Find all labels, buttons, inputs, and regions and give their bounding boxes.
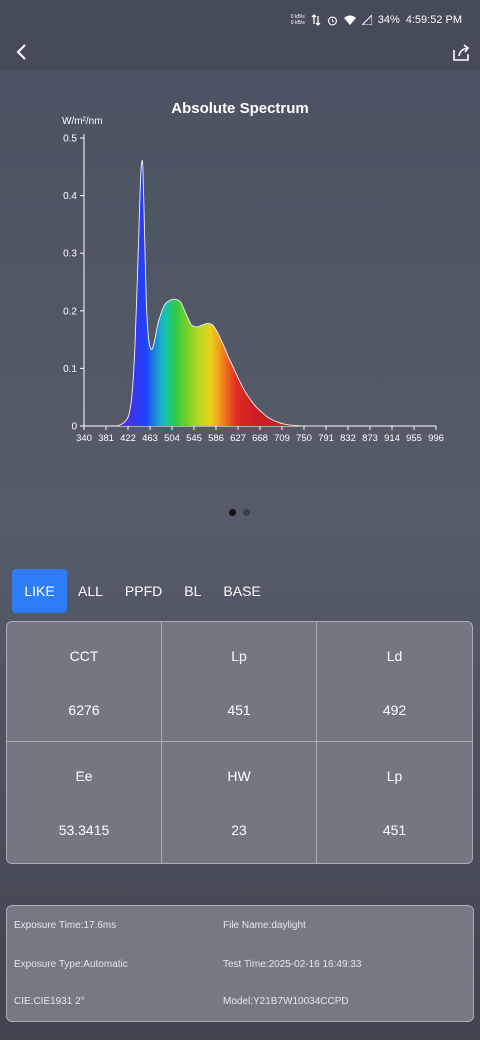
chart-axes: 0 0.1 0.2 0.3 0.4 0.5 340 381 422 463 504 545 586 627… [63,134,444,445]
x-tick-label: 750 [296,433,312,444]
x-tick-label: 381 [98,433,114,444]
spectrum-chart: Absolute Spectrum W/m²/nm 00.10.20.30.40… [62,100,444,445]
metric-cell-ld: Ld 492 [317,622,472,742]
share-icon[interactable] [450,42,472,64]
chart-plot-area [116,159,326,427]
metric-cell-hw: HW 23 [162,742,317,863]
page-indicator [229,509,250,516]
wifi-icon [343,15,356,25]
x-tick-label: 586 [208,433,224,444]
x-tick-label: 914 [384,433,400,444]
back-arrow-icon[interactable] [12,42,32,62]
x-tick-label: 504 [164,433,180,444]
tab-like[interactable]: LIKE [12,569,67,613]
y-tick-label: 0.5 [63,134,77,145]
metric-label: Lp [386,768,403,784]
exposure-time: Exposure Time:17.6ms [14,920,117,931]
metric-cell-cct: CCT 6276 [7,622,162,742]
metric-value: 451 [382,822,407,838]
x-tick-label: 832 [340,433,356,444]
file-name: File Name:daylight [223,920,306,931]
chart-title: Absolute Spectrum [171,100,309,117]
y-tick-label: 0 [71,422,77,433]
y-tick-label: 0.3 [63,249,77,260]
y-axis-label: W/m²/nm [62,116,103,127]
y-tick-label: 0.4 [63,191,77,202]
x-tick-label: 627 [230,433,246,444]
metric-value: 23 [231,822,247,838]
battery-level: 34% [377,14,400,26]
metric-value: 492 [382,702,407,718]
x-tick-label: 422 [120,433,136,444]
y-tick-label: 0.2 [63,306,77,317]
metric-label: HW [227,768,251,784]
metric-label: Lp [231,648,247,664]
metric-cell-lp2: Lp 451 [317,742,472,863]
metric-label: Ee [75,768,93,784]
metric-value: 451 [227,702,251,718]
alarm-icon [327,15,337,25]
app-bar [0,36,480,70]
x-tick-label: 340 [76,433,92,444]
metric-label: Ld [386,648,403,664]
x-tick-label: 791 [318,433,334,444]
x-tick-label: 955 [406,433,422,444]
status-right: 0 kB/s 0 kB/s 34% 4:59:52 PM [291,14,462,26]
metric-label: CCT [69,648,99,664]
metric-cell-ee: Ee 53.3415 [7,742,162,863]
network-speed: 0 kB/s 0 kB/s [290,14,305,26]
metric-value: 6276 [68,702,100,718]
data-transfer-icon [311,14,321,26]
test-time: Test Time:2025-02-16 16:49:33 [223,959,362,970]
tab-ppfd[interactable]: PPFD [114,569,173,613]
signal-icon [361,15,372,25]
y-tick-label: 0.1 [63,364,77,375]
page-dot[interactable] [243,509,250,516]
metrics-grid: CCT 6276 Lp 451 Ld 492 Ee 53.3415 HW 23 Lp 451 [6,621,473,864]
tab-base[interactable]: BASE [212,569,271,613]
tab-bl[interactable]: BL [173,569,212,613]
cie-standard: CIE:CIE1931 2° [14,996,85,1007]
x-tick-label: 873 [362,433,378,444]
page-dot-active[interactable] [229,509,236,516]
tab-bar: LIKE ALL PPFD BL BASE [12,569,272,613]
spectrum-area [116,160,326,426]
x-tick-label: 545 [186,433,202,444]
exposure-type: Exposure Type:Automatic [14,959,128,970]
x-tick-label: 668 [252,433,268,444]
device-model: Model:Y21B7W10034CCPD [223,996,349,1007]
metric-cell-lp: Lp 451 [162,622,317,742]
measurement-info: Exposure Time:17.6ms File Name:daylight … [6,905,474,1022]
tab-all[interactable]: ALL [67,569,114,613]
x-tick-label: 463 [142,433,158,444]
clock: 4:59:52 PM [405,14,462,26]
metric-value: 53.3415 [58,822,110,838]
x-tick-label: 996 [428,433,444,444]
x-tick-label: 709 [274,433,290,444]
